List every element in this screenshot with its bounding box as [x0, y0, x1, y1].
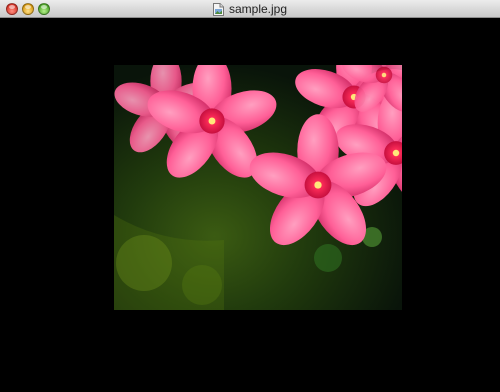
window-title: sample.jpg [228, 2, 288, 16]
image-viewer-window: sample.jpg [0, 0, 500, 392]
zoom-icon[interactable] [38, 3, 50, 15]
minimize-icon[interactable] [22, 3, 34, 15]
pink-flower-photo [114, 65, 402, 310]
close-icon[interactable] [6, 3, 18, 15]
image-canvas [0, 18, 500, 392]
image-file-icon [212, 2, 224, 16]
title-bar[interactable]: sample.jpg [0, 0, 500, 18]
window-title-group: sample.jpg [0, 0, 500, 18]
